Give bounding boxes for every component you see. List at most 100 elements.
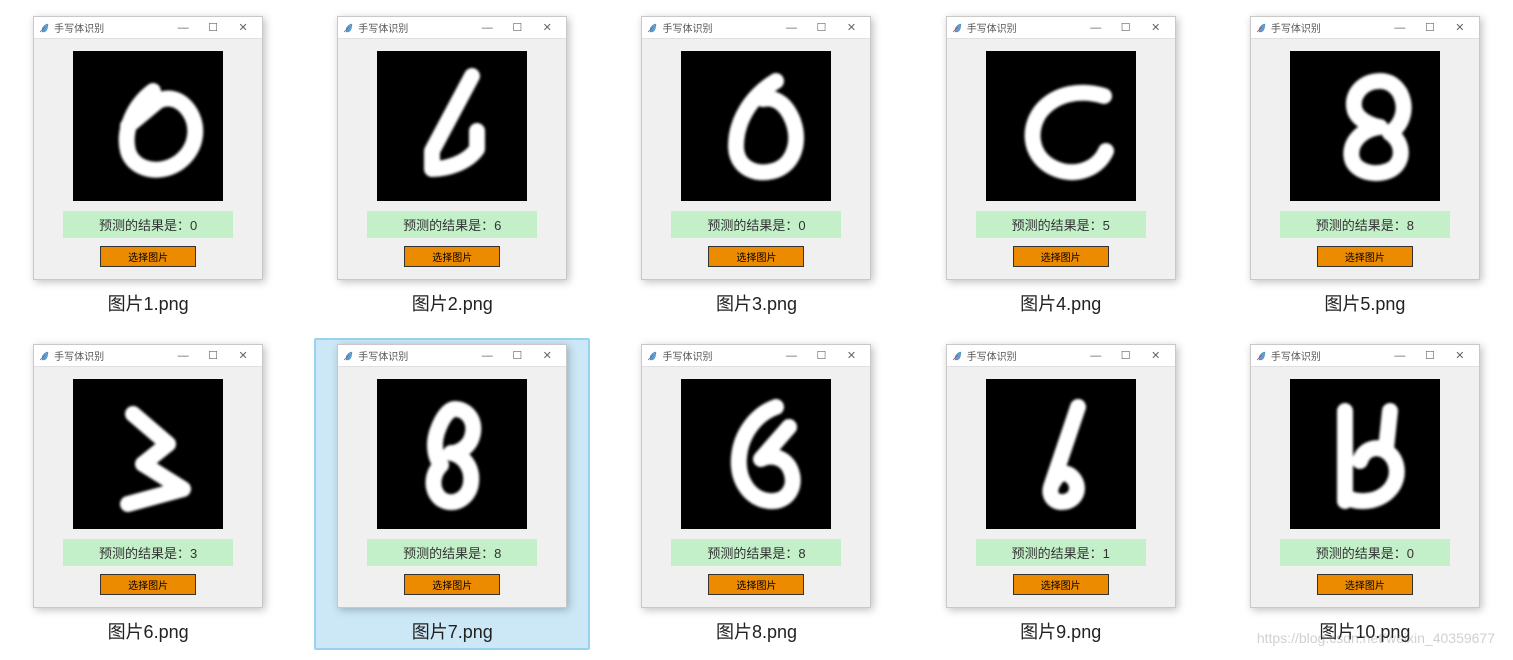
close-button[interactable]: ✕ [1445, 347, 1475, 365]
minimize-button[interactable]: — [472, 19, 502, 37]
minimize-button[interactable]: — [1081, 19, 1111, 37]
window-controls: — ☐ ✕ [168, 19, 258, 37]
window-titlebar: 手写体识别 — ☐ ✕ [338, 345, 566, 367]
prediction-result-label: 预测的结果是：6 [367, 211, 537, 238]
select-image-button[interactable]: 选择图片 [708, 574, 804, 595]
select-image-button[interactable]: 选择图片 [1013, 574, 1109, 595]
window-controls: — ☐ ✕ [168, 347, 258, 365]
digit-image [73, 379, 223, 529]
window-content: 预测的结果是：0 选择图片 [642, 39, 870, 279]
window-controls: — ☐ ✕ [776, 19, 866, 37]
app-window: 手写体识别 — ☐ ✕ 预测的结果是：6 选择图片 [337, 16, 567, 280]
digit-image [681, 51, 831, 201]
select-image-button[interactable]: 选择图片 [404, 246, 500, 267]
select-image-button[interactable]: 选择图片 [100, 246, 196, 267]
thumbnail-filename: 图片1.png [108, 290, 189, 316]
maximize-button[interactable]: ☐ [806, 19, 836, 37]
digit-image [1290, 379, 1440, 529]
window-content: 预测的结果是：3 选择图片 [34, 367, 262, 607]
window-controls: — ☐ ✕ [472, 19, 562, 37]
app-feather-icon [342, 22, 354, 34]
window-titlebar: 手写体识别 — ☐ ✕ [34, 17, 262, 39]
thumbnail-item[interactable]: 手写体识别 — ☐ ✕ 预测的结果是：0 选择图片 图片3.png [618, 10, 894, 322]
digit-image [1290, 51, 1440, 201]
minimize-button[interactable]: — [472, 347, 502, 365]
window-controls: — ☐ ✕ [776, 347, 866, 365]
close-button[interactable]: ✕ [836, 19, 866, 37]
close-button[interactable]: ✕ [1141, 347, 1171, 365]
window-title: 手写体识别 [662, 20, 776, 35]
maximize-button[interactable]: ☐ [198, 347, 228, 365]
thumbnail-filename: 图片3.png [716, 290, 797, 316]
thumbnail-item[interactable]: 手写体识别 — ☐ ✕ 预测的结果是：5 选择图片 图片4.png [923, 10, 1199, 322]
close-button[interactable]: ✕ [1141, 19, 1171, 37]
minimize-button[interactable]: — [1385, 347, 1415, 365]
thumbnail-item[interactable]: 手写体识别 — ☐ ✕ 预测的结果是：0 选择图片 图片10.png [1227, 338, 1503, 650]
maximize-button[interactable]: ☐ [806, 347, 836, 365]
app-window: 手写体识别 — ☐ ✕ 预测的结果是：1 选择图片 [946, 344, 1176, 608]
close-button[interactable]: ✕ [1445, 19, 1475, 37]
minimize-button[interactable]: — [168, 19, 198, 37]
app-window: 手写体识别 — ☐ ✕ 预测的结果是：8 选择图片 [1250, 16, 1480, 280]
minimize-button[interactable]: — [1081, 347, 1111, 365]
close-button[interactable]: ✕ [228, 347, 258, 365]
thumbnail-item[interactable]: 手写体识别 — ☐ ✕ 预测的结果是：3 选择图片 图片6.png [10, 338, 286, 650]
close-button[interactable]: ✕ [532, 19, 562, 37]
thumbnail-item[interactable]: 手写体识别 — ☐ ✕ 预测的结果是：8 选择图片 图片8.png [618, 338, 894, 650]
maximize-button[interactable]: ☐ [198, 19, 228, 37]
select-image-button[interactable]: 选择图片 [1317, 246, 1413, 267]
digit-image [986, 51, 1136, 201]
select-image-button[interactable]: 选择图片 [100, 574, 196, 595]
window-title: 手写体识别 [54, 348, 168, 363]
window-controls: — ☐ ✕ [1081, 19, 1171, 37]
thumbnail-item[interactable]: 手写体识别 — ☐ ✕ 预测的结果是：6 选择图片 图片2.png [314, 10, 590, 322]
maximize-button[interactable]: ☐ [1111, 19, 1141, 37]
prediction-result-label: 预测的结果是：0 [1280, 539, 1450, 566]
window-content: 预测的结果是：8 选择图片 [642, 367, 870, 607]
maximize-button[interactable]: ☐ [1415, 347, 1445, 365]
maximize-button[interactable]: ☐ [502, 19, 532, 37]
minimize-button[interactable]: — [776, 347, 806, 365]
thumbnail-item[interactable]: 手写体识别 — ☐ ✕ 预测的结果是：8 选择图片 图片5.png [1227, 10, 1503, 322]
minimize-button[interactable]: — [1385, 19, 1415, 37]
app-window: 手写体识别 — ☐ ✕ 预测的结果是：8 选择图片 [641, 344, 871, 608]
window-content: 预测的结果是：0 选择图片 [34, 39, 262, 279]
minimize-button[interactable]: — [168, 347, 198, 365]
thumbnail-filename: 图片8.png [716, 618, 797, 644]
select-image-button[interactable]: 选择图片 [404, 574, 500, 595]
digit-image [986, 379, 1136, 529]
close-button[interactable]: ✕ [532, 347, 562, 365]
prediction-result-label: 预测的结果是：8 [671, 539, 841, 566]
thumbnail-item[interactable]: 手写体识别 — ☐ ✕ 预测的结果是：0 选择图片 图片1.png [10, 10, 286, 322]
window-content: 预测的结果是：5 选择图片 [947, 39, 1175, 279]
prediction-result-label: 预测的结果是：0 [671, 211, 841, 238]
select-image-button[interactable]: 选择图片 [1013, 246, 1109, 267]
app-window: 手写体识别 — ☐ ✕ 预测的结果是：0 选择图片 [33, 16, 263, 280]
prediction-result-label: 预测的结果是：1 [976, 539, 1146, 566]
thumbnail-item[interactable]: 手写体识别 — ☐ ✕ 预测的结果是：8 选择图片 图片7.png [314, 338, 590, 650]
window-titlebar: 手写体识别 — ☐ ✕ [947, 17, 1175, 39]
maximize-button[interactable]: ☐ [1111, 347, 1141, 365]
select-image-button[interactable]: 选择图片 [1317, 574, 1413, 595]
app-feather-icon [951, 22, 963, 34]
window-title: 手写体识别 [967, 348, 1081, 363]
close-button[interactable]: ✕ [836, 347, 866, 365]
window-content: 预测的结果是：1 选择图片 [947, 367, 1175, 607]
app-window: 手写体识别 — ☐ ✕ 预测的结果是：0 选择图片 [641, 16, 871, 280]
close-button[interactable]: ✕ [228, 19, 258, 37]
thumbnail-filename: 图片10.png [1319, 618, 1410, 644]
digit-image [377, 379, 527, 529]
maximize-button[interactable]: ☐ [1415, 19, 1445, 37]
window-titlebar: 手写体识别 — ☐ ✕ [947, 345, 1175, 367]
window-content: 预测的结果是：6 选择图片 [338, 39, 566, 279]
app-feather-icon [342, 350, 354, 362]
select-image-button[interactable]: 选择图片 [708, 246, 804, 267]
thumbnail-filename: 图片5.png [1324, 290, 1405, 316]
minimize-button[interactable]: — [776, 19, 806, 37]
window-content: 预测的结果是：8 选择图片 [1251, 39, 1479, 279]
window-titlebar: 手写体识别 — ☐ ✕ [1251, 345, 1479, 367]
maximize-button[interactable]: ☐ [502, 347, 532, 365]
thumbnail-item[interactable]: 手写体识别 — ☐ ✕ 预测的结果是：1 选择图片 图片9.png [923, 338, 1199, 650]
app-feather-icon [38, 22, 50, 34]
window-content: 预测的结果是：0 选择图片 [1251, 367, 1479, 607]
